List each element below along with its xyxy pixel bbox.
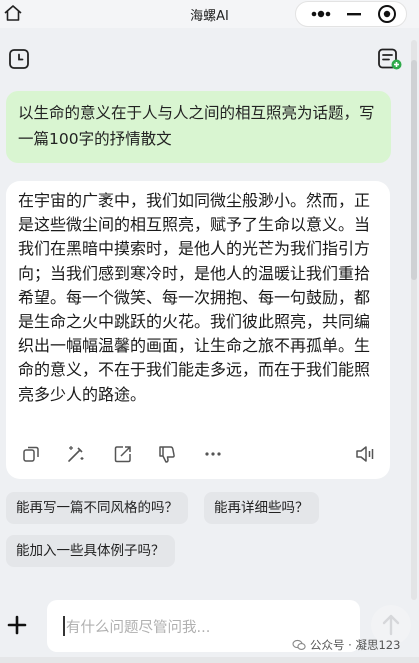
mini-program-capsule	[295, 1, 407, 27]
copy-icon[interactable]	[20, 443, 42, 465]
assistant-reply-text: 在宇宙的广袤中，我们如同微尘般渺小。然而，正是这些微尘间的相互照亮，赋予了生命以…	[18, 191, 371, 404]
assistant-reply-card: 在宇宙的广袤中，我们如同微尘般渺小。然而，正是这些微尘间的相互照亮，赋予了生命以…	[6, 181, 390, 479]
thumbs-down-icon[interactable]	[156, 443, 178, 465]
watermark: 公众号 · 凝思123	[292, 637, 400, 653]
watermark-label: 公众号 · 凝思123	[310, 638, 401, 652]
suggestion-chip[interactable]: 能加入一些具体例子吗？	[6, 535, 175, 567]
suggestion-chip[interactable]: 能再详细些吗？	[204, 492, 319, 524]
scrollbar[interactable]	[411, 40, 417, 600]
reply-action-bar	[6, 443, 390, 469]
share-icon[interactable]	[112, 443, 134, 465]
more-dots-icon[interactable]	[306, 2, 336, 26]
speaker-icon[interactable]	[354, 443, 376, 465]
wechat-icon	[292, 639, 306, 650]
text-caret	[63, 616, 65, 636]
scrollbar-thumb[interactable]	[411, 60, 417, 280]
bottom-edge	[0, 657, 419, 663]
input-placeholder: 有什么问题尽管问我...	[66, 620, 211, 636]
close-circle-icon[interactable]	[372, 2, 402, 26]
more-dots-icon[interactable]	[202, 443, 224, 465]
history-clock-icon[interactable]	[7, 47, 31, 71]
minimize-icon[interactable]	[344, 2, 364, 26]
new-chat-icon[interactable]	[377, 47, 403, 71]
magic-wand-icon[interactable]	[65, 443, 87, 465]
plus-icon[interactable]	[4, 612, 30, 638]
user-message: 以生命的意义在于人与人之间的相互照亮为话题，写一篇100字的抒情散文	[6, 91, 391, 163]
top-bar: 海螺AI	[0, 0, 419, 28]
suggestion-chip[interactable]: 能再写一篇不同风格的吗？	[6, 492, 188, 524]
